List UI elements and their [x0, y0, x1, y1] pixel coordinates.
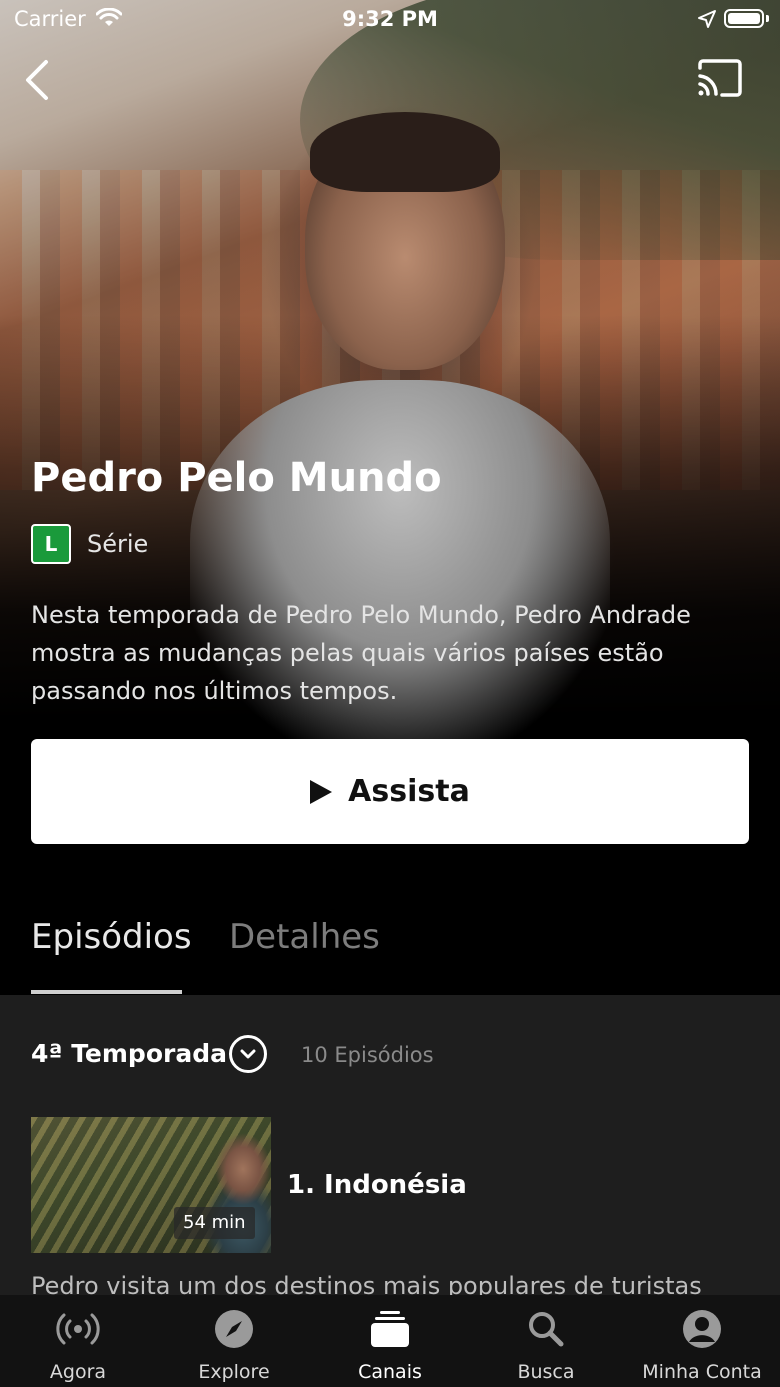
season-label[interactable]: 4ª Temporada — [31, 1039, 227, 1068]
chevron-down-icon — [240, 1049, 256, 1059]
episode-description: Pedro visita um dos destinos mais popula… — [31, 1272, 702, 1295]
episodes-panel: 4ª Temporada 10 Episódios 54 min 1. Indo… — [0, 995, 780, 1295]
watch-button[interactable]: Assista — [31, 739, 749, 844]
bottom-tab-bar: Agora Explore Canais Busca Minha Conta — [0, 1295, 780, 1387]
status-bar: Carrier 9:32 PM — [0, 0, 780, 40]
battery-tip — [766, 15, 769, 22]
tabbar-item-busca[interactable]: Busca — [468, 1295, 624, 1387]
show-title: Pedro Pelo Mundo — [31, 455, 442, 501]
channels-icon — [371, 1311, 409, 1347]
tabbar-label-canais: Canais — [358, 1361, 422, 1383]
tabbar-item-explore[interactable]: Explore — [156, 1295, 312, 1387]
account-icon — [683, 1310, 721, 1348]
tab-episodes[interactable]: Episódios — [31, 917, 192, 957]
play-icon — [310, 779, 333, 804]
tabbar-label-minha-conta: Minha Conta — [642, 1361, 762, 1383]
content-tabs: Episódios Detalhes — [0, 900, 780, 995]
tabbar-label-explore: Explore — [198, 1361, 270, 1383]
cast-button[interactable] — [694, 56, 746, 102]
age-rating-badge: L — [31, 524, 71, 564]
compass-icon — [215, 1310, 253, 1348]
episode-duration-badge: 54 min — [174, 1207, 255, 1239]
season-dropdown-button[interactable] — [229, 1035, 267, 1073]
chevron-left-icon — [26, 60, 48, 100]
tab-details[interactable]: Detalhes — [229, 917, 380, 957]
watch-button-label: Assista — [348, 774, 470, 809]
search-icon — [529, 1312, 564, 1347]
clock: 9:32 PM — [342, 7, 438, 31]
battery-icon — [724, 9, 764, 28]
location-arrow-icon — [698, 10, 716, 28]
active-tab-indicator — [31, 990, 182, 994]
cast-icon — [698, 59, 742, 97]
show-description: Nesta temporada de Pedro Pelo Mundo, Ped… — [31, 601, 691, 705]
tabbar-item-agora[interactable]: Agora — [0, 1295, 156, 1387]
episode-title[interactable]: 1. Indonésia — [287, 1170, 467, 1200]
back-button[interactable] — [20, 56, 60, 104]
tabbar-item-canais[interactable]: Canais — [312, 1295, 468, 1387]
tabbar-label-busca: Busca — [517, 1361, 575, 1383]
show-type-label: Série — [87, 530, 149, 558]
episode-count: 10 Episódios — [301, 1043, 434, 1067]
hero-person-hair — [310, 112, 500, 192]
tabbar-label-agora: Agora — [49, 1361, 107, 1383]
broadcast-icon — [56, 1313, 100, 1345]
tabbar-item-minha-conta[interactable]: Minha Conta — [624, 1295, 780, 1387]
